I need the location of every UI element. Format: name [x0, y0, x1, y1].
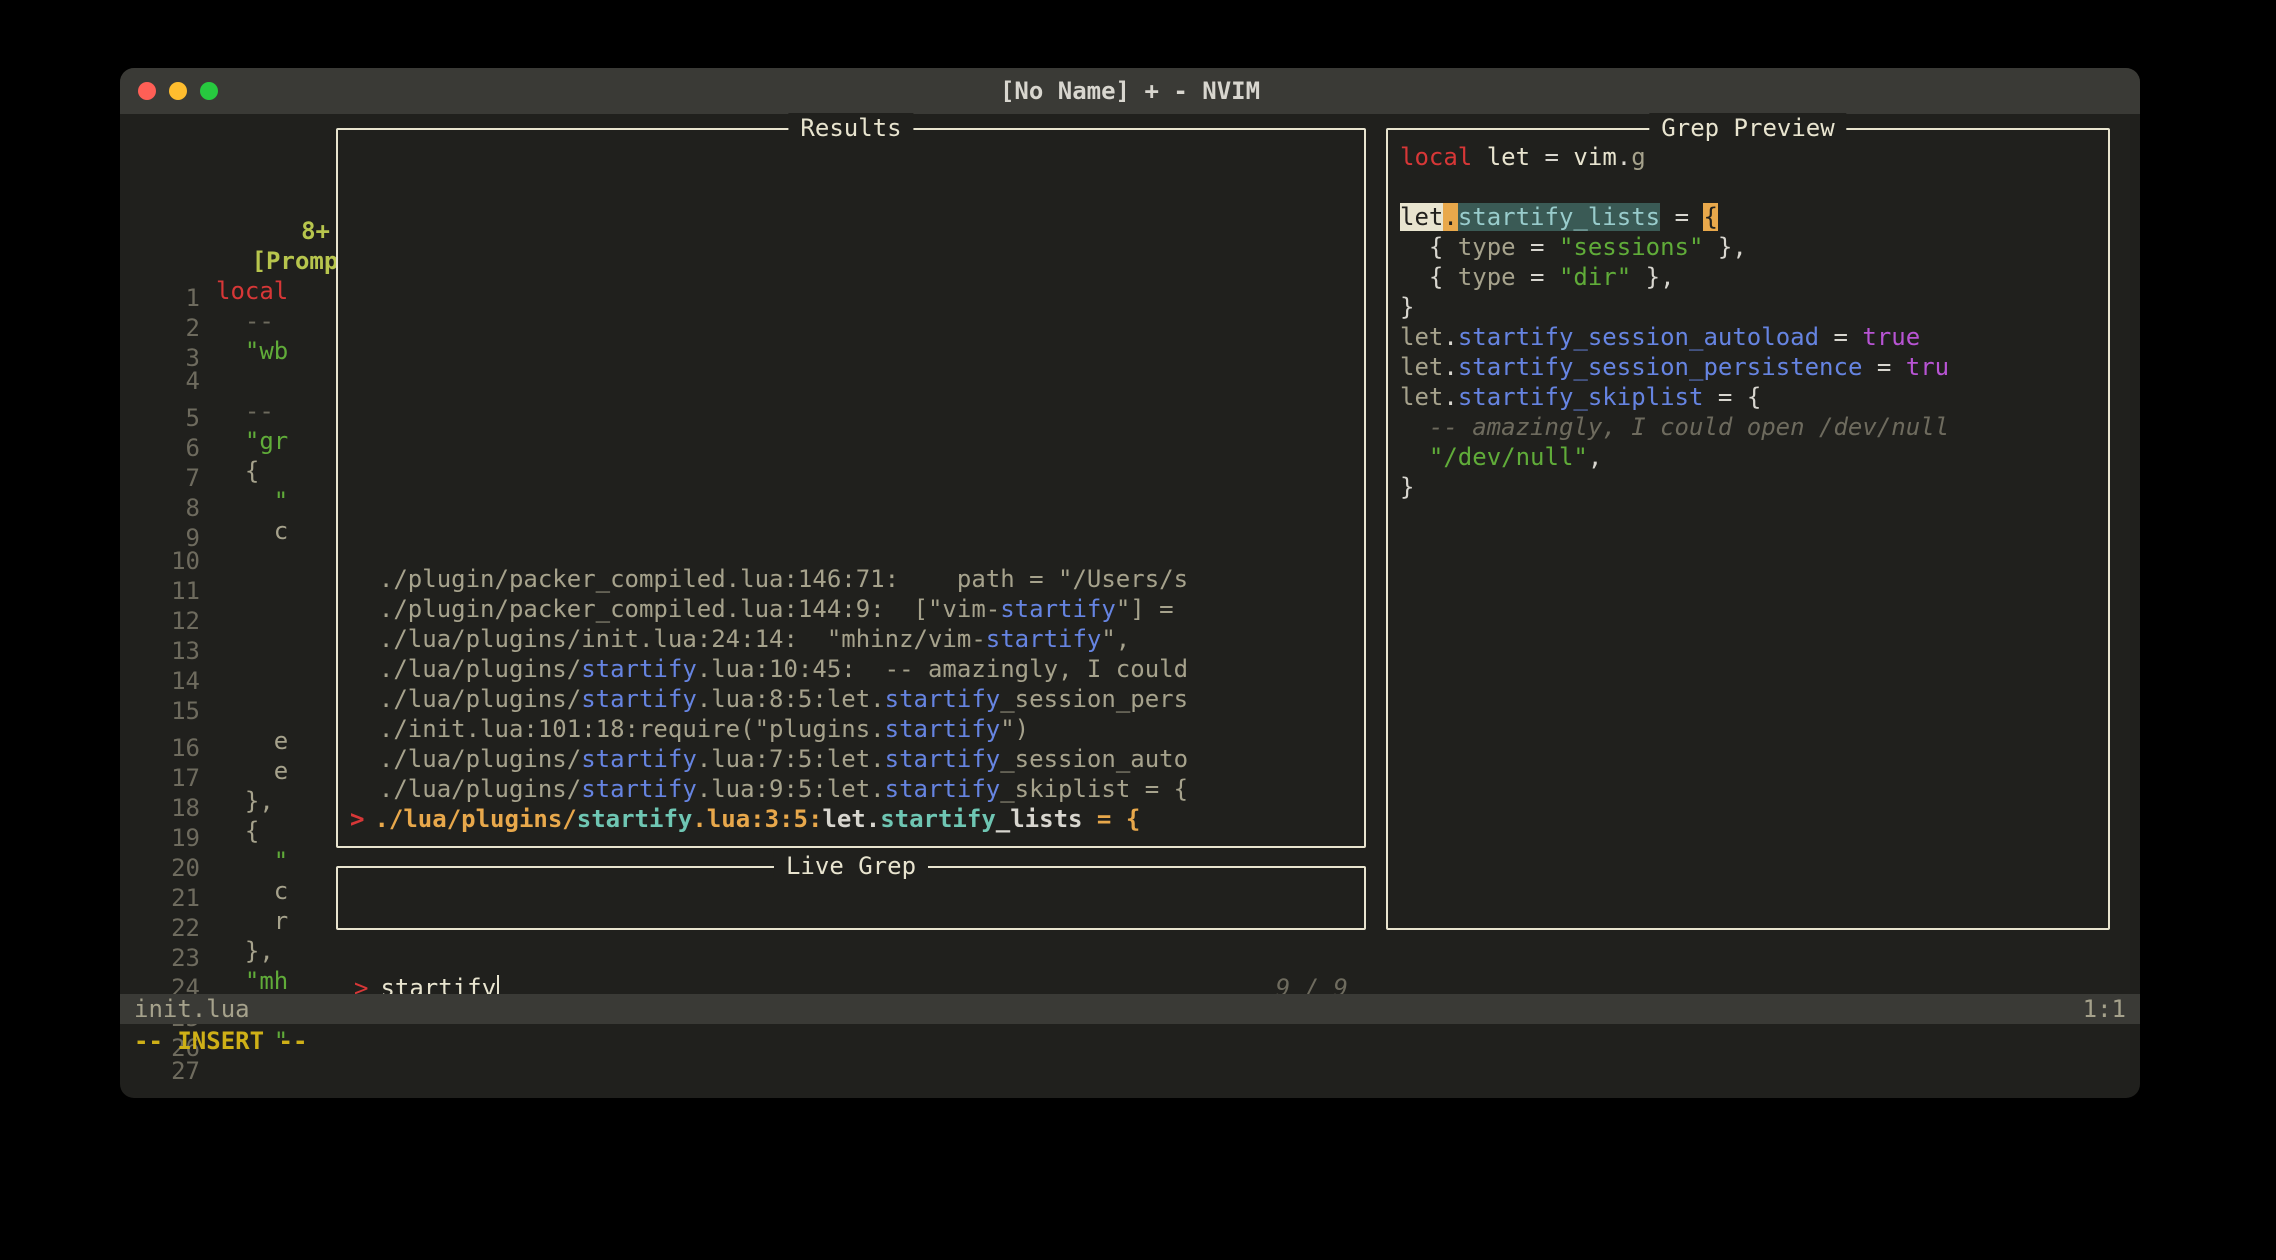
result-row[interactable]: ./lua/plugins/init.lua:24:14: "mhinz/vim…	[350, 624, 1352, 654]
result-row[interactable]: ./init.lua:101:18:require("plugins.start…	[350, 714, 1352, 744]
status-bar: init.lua 1:1	[120, 994, 2140, 1024]
background-code-fragment: --	[200, 396, 330, 426]
result-row[interactable]: ./lua/plugins/startify.lua:8:5:let.start…	[350, 684, 1352, 714]
preview-line: let.startify_session_autoload = true	[1400, 322, 2096, 352]
result-row[interactable]: ./lua/plugins/startify.lua:9:5:let.start…	[350, 774, 1352, 804]
preview-line: { type = "dir" },	[1400, 262, 2096, 292]
background-code-fragment: local	[200, 276, 330, 306]
line-number: 15	[128, 696, 200, 726]
buffer-marker: 8+	[301, 217, 330, 245]
result-row[interactable]: ./plugin/packer_compiled.lua:144:9: ["vi…	[350, 594, 1352, 624]
livegrep-panel: Live Grep > startify 9 / 9	[336, 866, 1366, 930]
background-code-fragment: "	[200, 486, 330, 516]
window-title: [No Name] + - NVIM	[120, 73, 2140, 109]
background-code-fragment: },	[200, 786, 330, 816]
results-title: Results	[788, 113, 913, 143]
result-row[interactable]: ./lua/plugins/startify.lua:7:5:let.start…	[350, 744, 1352, 774]
background-code-fragment: "wb	[200, 336, 330, 366]
background-code-fragment: e	[200, 756, 330, 786]
terminal-window: [No Name] + - NVIM 8+ [Prompt] 1local2 -…	[120, 68, 2140, 1098]
livegrep-title: Live Grep	[774, 851, 928, 881]
line-number-gutter: 8+ [Prompt] 1local2 --3 "wb45 --6 "gr7 {…	[120, 126, 330, 1098]
background-code-fragment: c	[200, 876, 330, 906]
result-row[interactable]: ./lua/plugins/startify.lua:10:45: -- ama…	[350, 654, 1352, 684]
result-row[interactable]: ./plugin/packer_compiled.lua:146:71: pat…	[350, 564, 1352, 594]
preview-line	[1400, 172, 2096, 202]
background-code-fragment: {	[200, 456, 330, 486]
status-position: 1:1	[2083, 994, 2126, 1024]
preview-line: local let = vim.g	[1400, 142, 2096, 172]
preview-title: Grep Preview	[1649, 113, 1846, 143]
preview-code: local let = vim.glet.startify_lists = { …	[1400, 142, 2096, 502]
results-list[interactable]: ./plugin/packer_compiled.lua:146:71: pat…	[350, 564, 1352, 834]
background-code-fragment: --	[200, 306, 330, 336]
line-number: 13	[128, 636, 200, 666]
background-code-fragment: "	[200, 846, 330, 876]
background-code-fragment: e	[200, 726, 330, 756]
line-number: 11	[128, 576, 200, 606]
background-code-fragment: },	[200, 936, 330, 966]
preview-panel: Grep Preview local let = vim.glet.starti…	[1386, 128, 2110, 930]
terminal-body: 8+ [Prompt] 1local2 --3 "wb45 --6 "gr7 {…	[120, 114, 2140, 1098]
preview-line: let.startify_skiplist = {	[1400, 382, 2096, 412]
preview-line: -- amazingly, I could open /dev/null	[1400, 412, 2096, 442]
preview-line: }	[1400, 292, 2096, 322]
background-code-fragment: c	[200, 516, 330, 546]
titlebar: [No Name] + - NVIM	[120, 68, 2140, 114]
preview-line: }	[1400, 472, 2096, 502]
preview-line: "/dev/null",	[1400, 442, 2096, 472]
line-number: 4	[128, 366, 200, 396]
status-filename: init.lua	[134, 994, 250, 1024]
preview-line: { type = "sessions" },	[1400, 232, 2096, 262]
results-panel: Results ./plugin/packer_compiled.lua:146…	[336, 128, 1366, 848]
preview-line: let.startify_session_persistence = tru	[1400, 352, 2096, 382]
result-row[interactable]: >./lua/plugins/startify.lua:3:5:let.star…	[350, 804, 1352, 834]
line-number: 12	[128, 606, 200, 636]
background-code-fragment: "gr	[200, 426, 330, 456]
mode-indicator: -- INSERT --	[134, 1026, 307, 1056]
preview-line: let.startify_lists = {	[1400, 202, 2096, 232]
line-number: 10	[128, 546, 200, 576]
line-number: 27	[128, 1056, 200, 1086]
background-code-fragment: r	[200, 906, 330, 936]
background-code-fragment: {	[200, 816, 330, 846]
line-number: 14	[128, 666, 200, 696]
